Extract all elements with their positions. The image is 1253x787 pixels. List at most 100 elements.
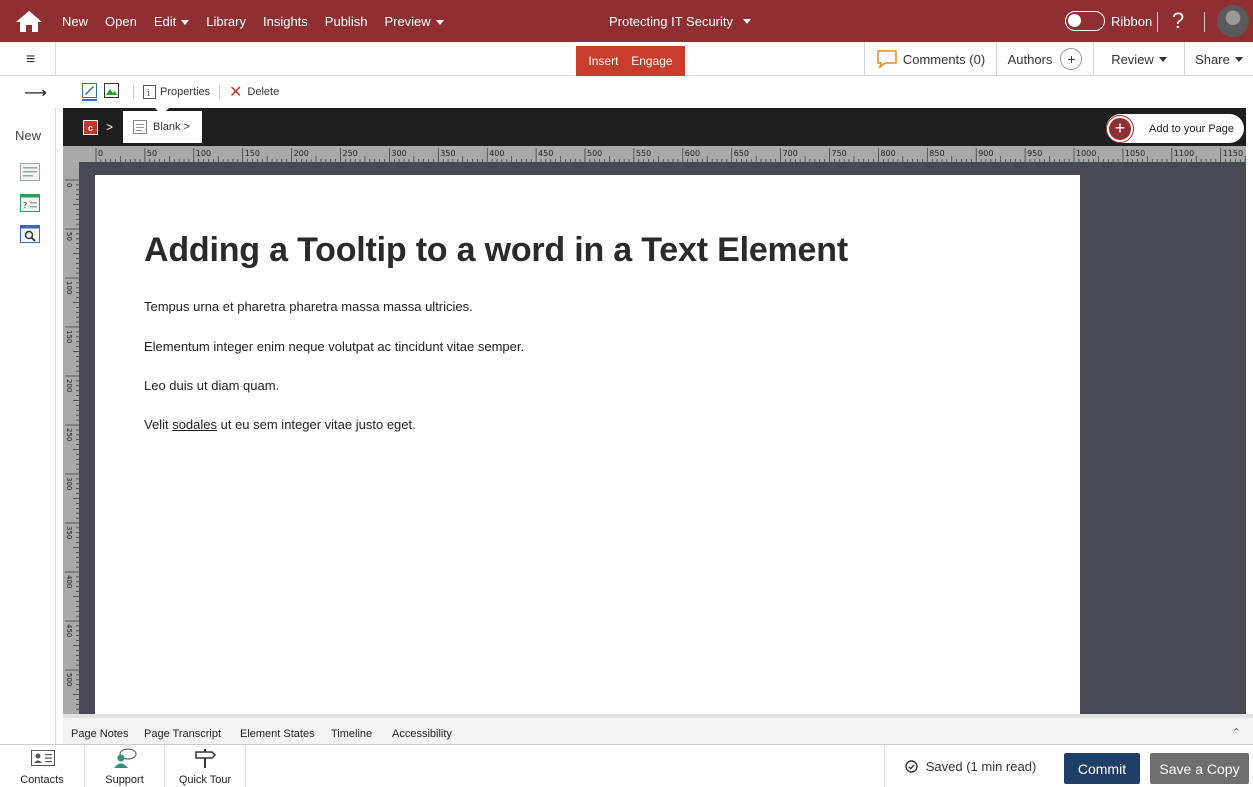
tooltip-word-link[interactable]: sodales xyxy=(172,417,217,432)
menu-insights[interactable]: Insights xyxy=(263,14,308,29)
breadcrumb: c > Blank > + Add to your Page xyxy=(63,107,1246,146)
support-icon xyxy=(114,748,137,768)
pointer-notch xyxy=(154,107,170,115)
ruler-label: 50 xyxy=(65,232,73,241)
paragraph-2[interactable]: Elementum integer enim neque volutpat ac… xyxy=(144,339,524,354)
ruler-label: 450 xyxy=(65,624,73,637)
tab-accessibility[interactable]: Accessibility xyxy=(392,728,452,740)
ruler-label: 250 xyxy=(65,428,73,441)
chevron-down-icon xyxy=(1158,56,1167,62)
delete-label: Delete xyxy=(247,86,280,98)
ruler-label: 300 xyxy=(391,149,406,158)
tab-insert[interactable]: Insert xyxy=(588,54,618,68)
contacts-label: Contacts xyxy=(20,774,64,786)
svg-text:i: i xyxy=(147,89,150,99)
quiz-layout-icon[interactable]: ? xyxy=(20,194,40,212)
breadcrumb-page-label: Blank > xyxy=(153,121,190,133)
breadcrumb-page-blank[interactable]: Blank > xyxy=(123,111,202,143)
commit-button[interactable]: Commit xyxy=(1064,753,1140,784)
edit-page-icon[interactable] xyxy=(82,83,97,101)
vertical-ruler: 0 50 100 150 200 250 300 350 400 450 500 xyxy=(63,162,79,714)
image-icon[interactable] xyxy=(104,83,119,98)
paragraph-1[interactable]: Tempus urna et pharetra pharetra massa m… xyxy=(144,299,473,314)
ruler-label: 1000 xyxy=(1076,149,1096,158)
left-sidebar: New ? xyxy=(0,108,56,744)
ruler-label: 700 xyxy=(783,149,798,158)
tab-engage[interactable]: Engage xyxy=(631,54,672,68)
ruler-label: 100 xyxy=(65,281,73,294)
ribbon-toggle[interactable]: Ribbon xyxy=(1065,11,1152,31)
support-label: Support xyxy=(105,774,144,786)
breadcrumb-separator: > xyxy=(106,120,114,134)
add-author-icon[interactable]: + xyxy=(1060,48,1083,70)
ruler-label: 150 xyxy=(245,149,260,158)
tab-page-notes[interactable]: Page Notes xyxy=(71,728,128,740)
top-navigation-bar: New Open Edit Library Insights Publish P… xyxy=(0,0,1253,42)
comments-button[interactable]: Comments (0) xyxy=(864,42,996,76)
review-dropdown[interactable]: Review xyxy=(1093,42,1184,76)
quick-tour-label: Quick Tour xyxy=(178,774,232,786)
delete-icon: ✕ xyxy=(229,84,243,101)
delete-button[interactable]: ✕ Delete xyxy=(229,76,279,108)
ruler-label: 150 xyxy=(65,330,73,343)
menu-preview[interactable]: Preview xyxy=(384,14,444,29)
ruler-label: 1100 xyxy=(1174,149,1194,158)
page-title[interactable]: Adding a Tooltip to a word in a Text Ele… xyxy=(144,231,848,270)
text-layout-icon[interactable] xyxy=(20,163,40,181)
contacts-button[interactable]: Contacts xyxy=(0,745,85,787)
home-icon[interactable] xyxy=(14,9,44,33)
ruler-label: 900 xyxy=(978,149,993,158)
main-menu: New Open Edit Library Insights Publish P… xyxy=(62,0,461,42)
menu-new[interactable]: New xyxy=(62,14,88,29)
chevron-up-icon[interactable]: ⌃ xyxy=(1232,726,1241,739)
paragraph-4-start: Velit xyxy=(144,417,173,432)
comment-icon xyxy=(877,50,897,69)
quick-tour-button[interactable]: Quick Tour xyxy=(165,745,246,787)
menu-edit-label: Edit xyxy=(153,13,177,29)
divider xyxy=(219,85,220,99)
avatar[interactable] xyxy=(1217,5,1249,37)
properties-label: Properties xyxy=(160,86,211,98)
menu-open[interactable]: Open xyxy=(105,14,137,29)
tab-page-transcript[interactable]: Page Transcript xyxy=(144,728,221,740)
hamburger-menu-icon[interactable]: ≡ xyxy=(26,51,35,69)
page-canvas[interactable]: Adding a Tooltip to a word in a Text Ele… xyxy=(95,175,1080,714)
ruler-label: 500 xyxy=(65,673,73,686)
toggle-switch[interactable] xyxy=(1065,11,1105,31)
tab-timeline[interactable]: Timeline xyxy=(331,728,372,740)
share-dropdown[interactable]: Share xyxy=(1184,42,1253,76)
page-icon xyxy=(133,120,147,134)
element-toolbar: ⟶ i Properties ✕ Delete xyxy=(0,76,1253,108)
support-button[interactable]: Support xyxy=(85,745,165,787)
properties-button[interactable]: i Properties xyxy=(143,76,210,108)
ruler-label: 50 xyxy=(147,149,157,158)
arrow-right-icon[interactable]: ⟶ xyxy=(24,83,47,103)
inspect-layout-icon[interactable] xyxy=(20,225,40,243)
help-icon[interactable]: ? xyxy=(1172,8,1184,34)
course-title-dropdown[interactable]: Protecting IT Security xyxy=(560,0,800,42)
chevron-down-icon xyxy=(1234,56,1243,62)
ruler-label: 650 xyxy=(734,149,749,158)
divider xyxy=(1204,12,1205,32)
add-to-page-button[interactable]: + Add to your Page xyxy=(1106,114,1244,143)
course-icon[interactable]: c xyxy=(83,120,98,135)
paragraph-4[interactable]: Velit sodales ut eu sem integer vitae ju… xyxy=(144,417,416,432)
save-a-copy-button[interactable]: Save a Copy xyxy=(1150,753,1249,784)
ruler-label: 600 xyxy=(685,149,700,158)
save-status: Saved (1 min read) xyxy=(884,745,1056,787)
authors-button[interactable]: Authors + xyxy=(996,42,1093,76)
ruler-label: 350 xyxy=(65,526,73,539)
menu-publish[interactable]: Publish xyxy=(325,14,368,29)
ruler-label: 1050 xyxy=(1125,149,1145,158)
chevron-down-icon xyxy=(435,19,444,25)
ruler-label: 450 xyxy=(538,149,553,158)
course-title: Protecting IT Security xyxy=(608,13,734,29)
check-circle-icon xyxy=(905,760,918,773)
menu-edit[interactable]: Edit xyxy=(153,13,190,29)
tab-element-states[interactable]: Element States xyxy=(240,728,315,740)
ruler-label: 850 xyxy=(929,149,944,158)
new-label[interactable]: New xyxy=(0,128,56,143)
ruler-label: 0 xyxy=(65,183,73,187)
paragraph-3[interactable]: Leo duis ut diam quam. xyxy=(144,378,279,393)
menu-library[interactable]: Library xyxy=(206,14,246,29)
